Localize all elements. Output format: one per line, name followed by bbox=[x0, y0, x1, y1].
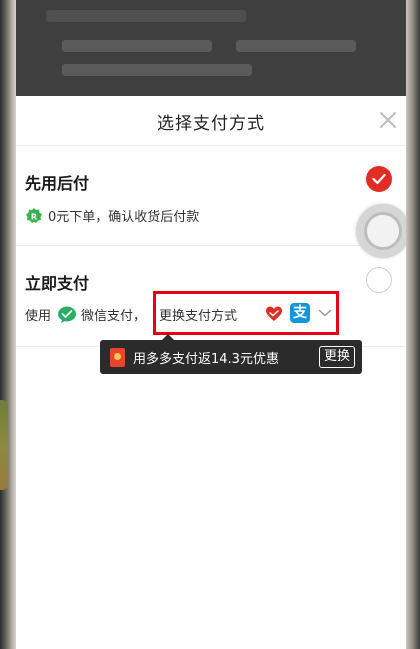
use-prefix: 使用 bbox=[25, 309, 52, 324]
sheet-header: 选择支付方式 bbox=[16, 96, 406, 146]
selected-checkmark-icon[interactable] bbox=[366, 166, 392, 192]
svg-text:R: R bbox=[31, 212, 37, 221]
wechat-pay-icon bbox=[58, 306, 77, 323]
unselected-radio-icon[interactable] bbox=[366, 267, 392, 293]
red-packet-icon bbox=[110, 347, 125, 367]
assistive-button-inner bbox=[364, 212, 402, 250]
dimmed-background-page bbox=[16, 0, 406, 96]
chevron-down-icon[interactable] bbox=[318, 308, 332, 318]
heart-icon bbox=[266, 306, 282, 321]
change-payment-method-link[interactable]: 更换支付方式 bbox=[159, 305, 237, 324]
close-icon[interactable] bbox=[376, 108, 400, 132]
phone-screen: 选择支付方式 先用后付 R 0元下单，确认收货后付款 立即支付 使用 微信支付，… bbox=[16, 0, 406, 649]
background-text-line bbox=[62, 64, 252, 76]
background-text-line bbox=[46, 10, 246, 22]
option-pay-later[interactable]: 先用后付 R 0元下单，确认收货后付款 bbox=[16, 148, 406, 246]
option-subtitle: 0元下单，确认收货后付款 bbox=[48, 210, 200, 225]
option-title: 先用后付 bbox=[25, 174, 90, 193]
background-text-line bbox=[236, 40, 356, 52]
background-text-line bbox=[62, 40, 212, 52]
option-subtitle-row: 使用 微信支付， bbox=[25, 305, 146, 324]
background-leaf bbox=[0, 400, 8, 490]
credit-badge-icon: R bbox=[26, 207, 42, 223]
option-pay-now[interactable]: 立即支付 使用 微信支付， 更换支付方式 支 bbox=[16, 247, 406, 347]
payment-method-name: 微信支付， bbox=[81, 309, 147, 324]
device-frame-right bbox=[406, 0, 420, 649]
payment-method-sheet: 选择支付方式 先用后付 R 0元下单，确认收货后付款 立即支付 使用 微信支付，… bbox=[16, 96, 406, 649]
alipay-icon: 支 bbox=[290, 303, 310, 323]
sheet-title: 选择支付方式 bbox=[157, 114, 265, 134]
option-subtitle-row: R 0元下单，确认收货后付款 bbox=[25, 206, 199, 225]
device-frame-left bbox=[0, 0, 16, 649]
promo-change-button[interactable]: 更换 bbox=[318, 346, 355, 368]
option-title: 立即支付 bbox=[25, 274, 90, 293]
promo-tooltip: 用多多支付返14.3元优惠 更换 bbox=[100, 334, 362, 374]
promo-text: 用多多支付返14.3元优惠 bbox=[133, 351, 279, 367]
tooltip-caret bbox=[162, 334, 174, 340]
